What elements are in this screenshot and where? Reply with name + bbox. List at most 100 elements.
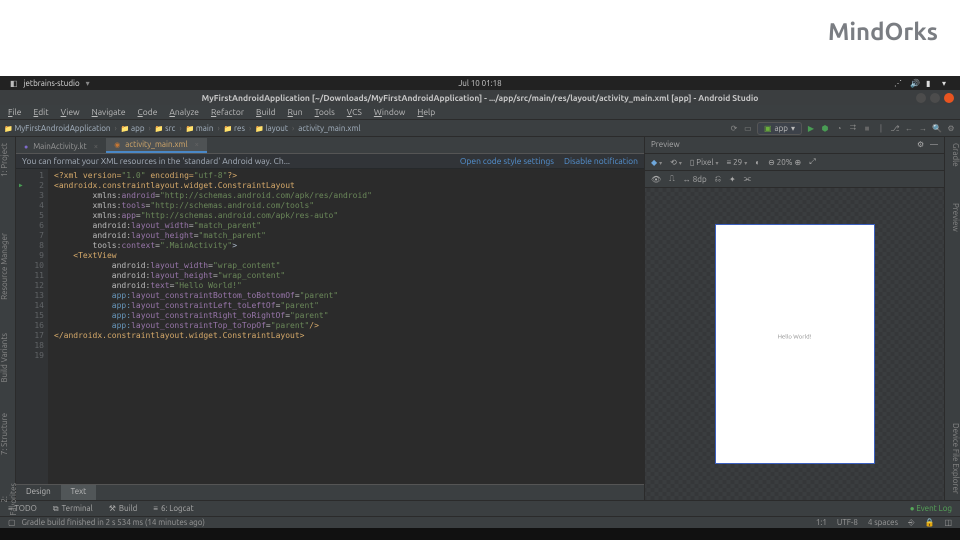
tool-resource-manager[interactable]: Resource Manager [0,227,15,306]
preview-zoom[interactable]: ⊖20%⊕ [768,158,801,167]
activities-icon[interactable]: ◧ [10,79,18,88]
menu-navigate[interactable]: Navigate [92,107,126,117]
crumb-2[interactable]: src [155,124,176,133]
status-lock-icon[interactable]: 🔒 [924,518,934,527]
sync-icon[interactable]: ⟳ [729,123,739,133]
tool-structure[interactable]: 7: Structure [0,407,15,461]
status-indent[interactable]: 4 spaces [868,518,898,527]
code-text[interactable]: <?xml version="1.0" encoding="utf-8"?><a… [48,169,644,484]
preview-orientation-selector[interactable]: ⟲ [670,158,682,167]
power-icon[interactable]: ▾ [942,79,950,87]
menu-analyze[interactable]: Analyze [169,107,199,117]
preview-canvas[interactable]: Hello World! [645,188,944,500]
window-maximize-button[interactable] [930,93,940,103]
preview-title: Preview [651,140,680,150]
preview-api-selector[interactable]: ≡29 [727,158,748,167]
gutter: ▶ 1 2 3 4 5 6 7 8 9 10 11 12 13 14 15 16… [16,169,48,484]
menu-refactor[interactable]: Refactor [211,107,244,117]
back-icon[interactable]: ← [904,123,914,133]
crumb-6[interactable]: activity_main.xml [298,124,360,133]
preview-theme-selector[interactable]: ◐ [755,158,760,167]
menu-run[interactable]: Run [288,107,303,117]
menu-file[interactable]: File [8,107,21,117]
close-tab-icon[interactable]: × [94,142,99,151]
battery-icon[interactable]: ▮ [926,79,934,87]
menu-build[interactable]: Build [256,107,276,117]
banner-link-open-settings[interactable]: Open code style settings [460,156,554,166]
profiler-button[interactable]: ◔ [834,123,844,133]
volume-icon[interactable]: 🔊 [910,79,918,87]
preview-fit-icon[interactable]: ⤢ [809,157,815,167]
menu-help[interactable]: Help [417,107,435,117]
tab-text[interactable]: Text [61,485,97,500]
menu-vcs[interactable]: VCS [347,107,362,117]
code-area[interactable]: ▶ 1 2 3 4 5 6 7 8 9 10 11 12 13 14 15 16… [16,169,644,484]
menu-window[interactable]: Window [374,107,406,117]
menu-edit[interactable]: Edit [33,107,48,117]
menu-code[interactable]: Code [138,107,158,117]
preview-guideline-icon[interactable]: ✦ [729,175,736,184]
system-top-bar: ◧ jetbrains-studio ▾ Jul 10 01:18 ⋰ 🔊 ▮ … [0,76,960,90]
gutter-run-icon[interactable]: ▶ [19,181,23,191]
preview-device-selector[interactable]: ▯Pixel [690,158,719,167]
vcs-icon[interactable]: ⎇ [890,123,900,133]
run-button[interactable]: ▶ [806,123,816,133]
stop-button[interactable]: ■ [862,123,872,133]
window-title: MyFirstAndroidApplication [~/Downloads/M… [202,93,759,103]
tool-preview[interactable]: Preview [945,197,960,238]
search-icon[interactable]: 🔍 [932,123,942,133]
preview-hide-icon[interactable]: — [930,140,938,149]
tool-terminal[interactable]: ⧉Terminal [53,504,93,514]
preview-margin-selector[interactable]: ↔8dp [683,175,707,184]
run-config-selector[interactable]: ▣ app ▾ [757,122,802,135]
crumb-3[interactable]: main [186,124,214,133]
banner-link-disable[interactable]: Disable notification [564,156,638,166]
preview-chain-icon[interactable]: ⫘ [744,174,751,184]
tool-gradle[interactable]: Gradle [945,137,960,173]
right-tool-strip: Gradle Preview Device File Explorer [944,137,960,500]
status-message: Gradle build finished in 2 s 534 ms (14 … [22,518,205,527]
crumb-0[interactable]: MyFirstAndroidApplication [4,124,110,133]
editor: MainActivity.kt×activity_main.xml× You c… [16,137,644,500]
crumb-4[interactable]: res [224,124,245,133]
editor-tab-mainactivity-kt[interactable]: MainActivity.kt× [16,140,106,153]
status-memory-icon[interactable]: ◫ [944,518,952,527]
preview-constraint-icon[interactable]: ⎌ [715,174,721,184]
tool-project[interactable]: 1: Project [0,137,15,183]
tool-event-log[interactable]: Event Log [910,504,952,513]
avd-manager-icon[interactable]: ▭ [743,123,753,133]
preview-magnet-icon[interactable]: ⎍ [669,174,675,184]
settings-icon[interactable]: ⚙ [946,123,956,133]
menu-view[interactable]: View [61,107,80,117]
crumb-5[interactable]: layout [255,124,288,133]
crumb-1[interactable]: app [121,124,145,133]
editor-tab-activity_main-xml[interactable]: activity_main.xml× [106,138,207,153]
run-config-label: app [775,124,788,133]
window-minimize-button[interactable] [916,93,926,103]
status-context-icon[interactable]: ⎆ [908,518,914,528]
preview-settings-icon[interactable]: ⚙ [917,140,924,149]
forward-icon[interactable]: → [918,123,928,133]
tool-build-variants[interactable]: Build Variants [0,327,15,389]
status-caret-pos: 1:1 [816,518,827,527]
device-frame[interactable]: Hello World! [715,224,875,464]
preview-eye-icon[interactable]: 👁 [651,175,661,184]
window-title-bar: MyFirstAndroidApplication [~/Downloads/M… [0,90,960,105]
close-tab-icon[interactable]: × [195,140,200,149]
wifi-icon[interactable]: ⋰ [894,79,902,87]
tool-build[interactable]: ⚒Build [109,504,138,513]
preview-toolbar-2: 👁 ⎍ ↔8dp ⎌ ✦ ⫘ [645,171,944,188]
menu-bar: File Edit View Navigate Code Analyze Refactor B… [0,105,960,119]
tool-logcat[interactable]: ≡6: Logcat [153,504,193,513]
debug-button[interactable]: ⬢ [820,123,830,133]
tool-favorites[interactable]: 2: Favorites [0,477,15,522]
status-encoding[interactable]: UTF-8 [837,518,858,527]
preview-surface-selector[interactable]: ◆ [651,158,662,167]
tool-device-file-explorer[interactable]: Device File Explorer [945,417,960,500]
menu-tools[interactable]: Tools [315,107,335,117]
device-hello-text: Hello World! [778,333,812,340]
tab-design[interactable]: Design [16,485,61,500]
attach-button[interactable]: ⮆ [848,123,858,133]
window-close-button[interactable] [944,93,954,103]
notification-banner: You can format your XML resources in the… [16,154,644,169]
